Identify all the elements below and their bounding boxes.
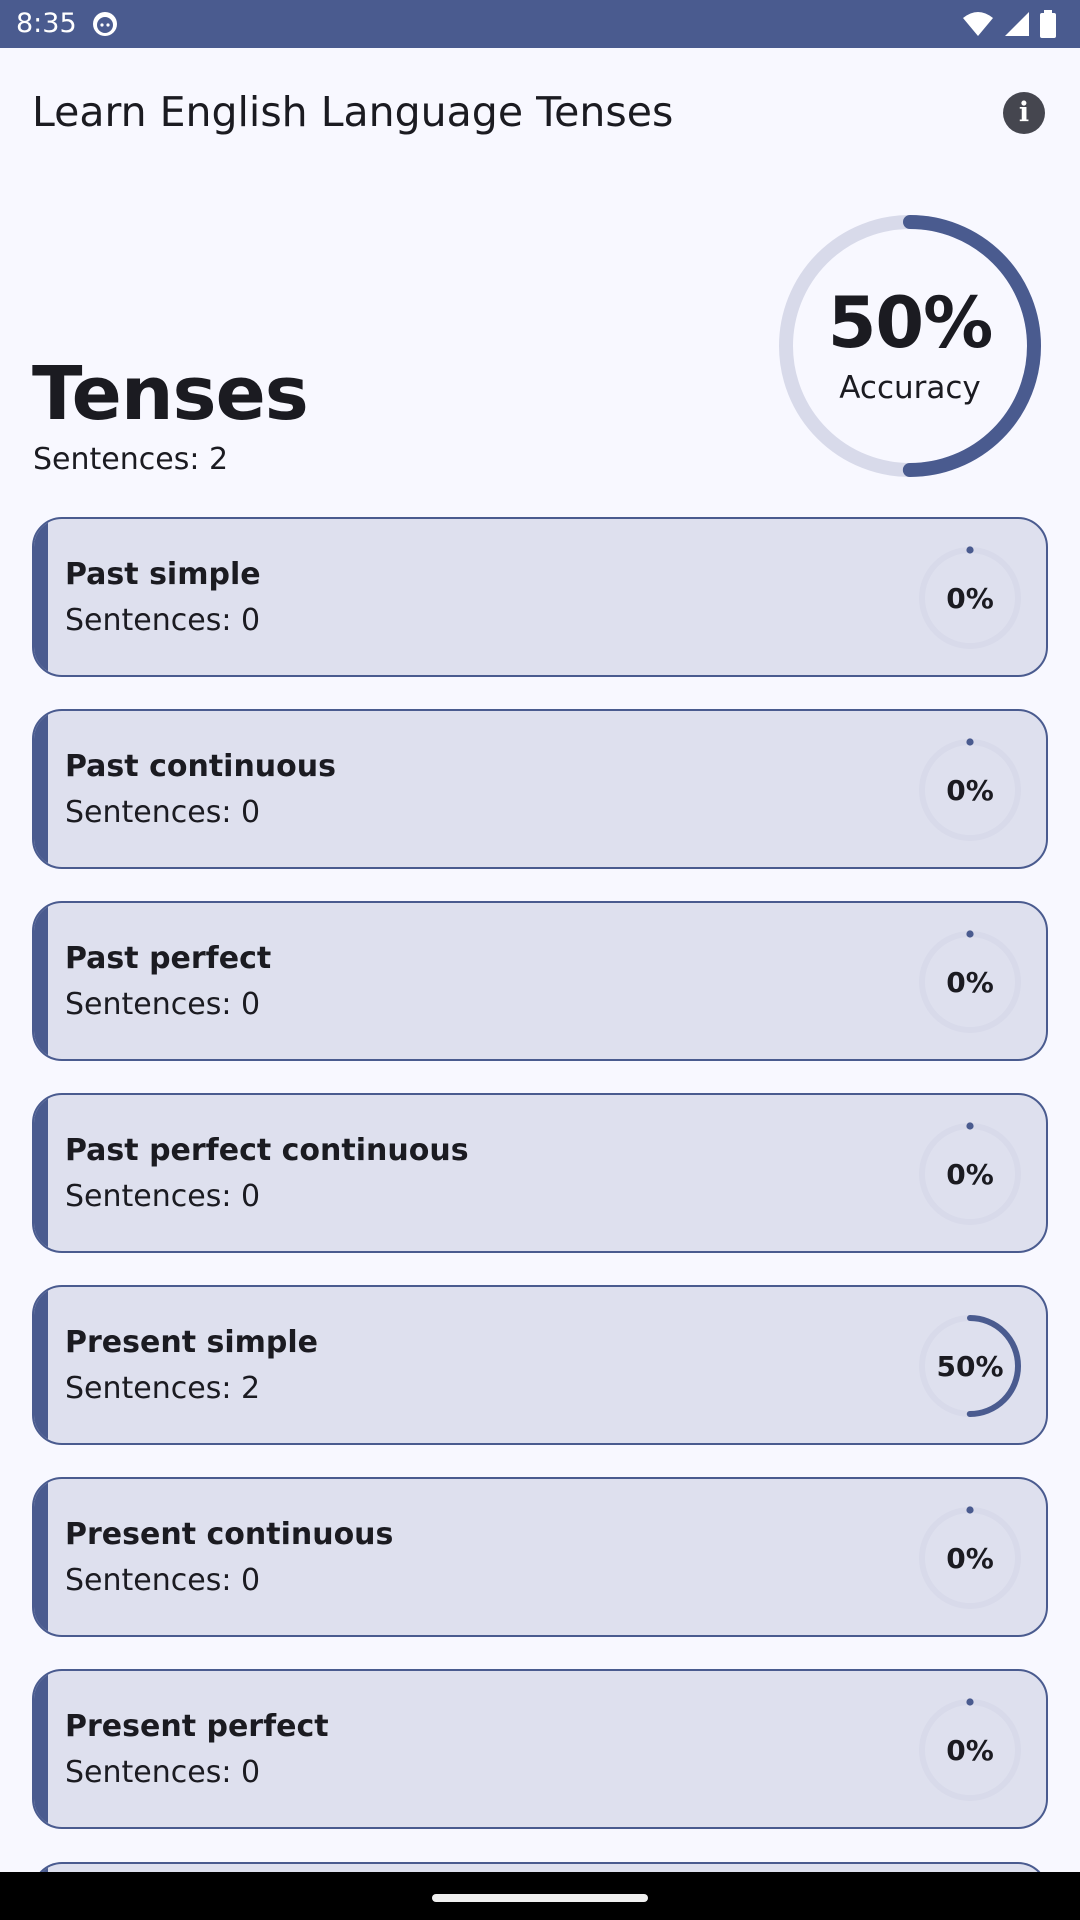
card-accent [34,1479,48,1635]
tense-card-present-continuous[interactable]: Present continuous Sentences: 0 0% [32,1477,1048,1637]
status-icons [962,10,1056,38]
tense-name: Present perfect [65,1709,329,1744]
tense-percent: 0% [946,1158,994,1191]
tense-progress-gauge: 0% [917,545,1023,651]
tense-name: Past perfect [65,941,272,976]
battery-icon [1040,10,1056,38]
tense-card-past-perfect-continuous[interactable]: Past perfect continuous Sentences: 0 0% [32,1093,1048,1253]
app-title: Learn English Language Tenses [32,88,674,136]
tense-progress-gauge: 0% [917,1697,1023,1803]
tense-percent: 0% [946,774,994,807]
accuracy-label: Accuracy [839,370,981,406]
tense-card-past-continuous[interactable]: Past continuous Sentences: 0 0% [32,709,1048,869]
tense-percent: 0% [946,582,994,615]
total-sentences: Sentences: 2 [33,442,229,477]
status-bar: 8:35 [0,0,1080,48]
tense-sentences: Sentences: 0 [65,987,261,1022]
tense-progress-gauge: 0% [917,1505,1023,1611]
wifi-icon [963,12,993,36]
tense-progress-gauge: 0% [917,737,1023,843]
app-bar: Learn English Language Tenses i [0,48,1080,176]
tense-name: Past simple [65,557,261,592]
page-title: Tenses [32,351,309,437]
tense-name: Present continuous [65,1517,394,1552]
card-accent [34,903,48,1059]
tense-sentences: Sentences: 0 [65,1563,261,1598]
accuracy-gauge: 50% Accuracy [778,214,1042,478]
tense-percent: 0% [946,966,994,999]
tense-card-past-simple[interactable]: Past simple Sentences: 0 0% [32,517,1048,677]
tense-percent: 50% [936,1350,1004,1383]
tense-name: Present simple [65,1325,318,1360]
tense-sentences: Sentences: 0 [65,1179,261,1214]
card-accent [34,1671,48,1827]
tense-list: Past simple Sentences: 0 0% Past continu… [32,517,1048,1861]
card-accent [34,1095,48,1251]
card-accent [34,711,48,867]
tense-sentences: Sentences: 0 [65,603,261,638]
tense-progress-gauge: 50% [917,1313,1023,1419]
tense-sentences: Sentences: 2 [65,1371,261,1406]
tense-percent: 0% [946,1542,994,1575]
tense-sentences: Sentences: 0 [65,1755,261,1790]
card-accent [34,1287,48,1443]
navigation-bar [0,1872,1080,1920]
card-accent [34,519,48,675]
tense-card-past-perfect[interactable]: Past perfect Sentences: 0 0% [32,901,1048,1061]
info-icon[interactable]: i [1003,92,1045,134]
tense-sentences: Sentences: 0 [65,795,261,830]
summary-header: Tenses Sentences: 2 50% Accuracy [0,176,1080,496]
tense-percent: 0% [946,1734,994,1767]
home-gesture-handle[interactable] [432,1894,648,1902]
tense-card-present-simple[interactable]: Present simple Sentences: 2 50% [32,1285,1048,1445]
status-time: 8:35 [16,8,77,39]
tense-progress-gauge: 0% [917,1121,1023,1227]
info-glyph: i [1018,97,1030,128]
tense-card-present-perfect[interactable]: Present perfect Sentences: 0 0% [32,1669,1048,1829]
accuracy-value: 50% [827,282,994,364]
tense-name: Past perfect continuous [65,1133,469,1168]
tense-progress-gauge: 0% [917,929,1023,1035]
signal-icon [1005,12,1029,36]
tense-name: Past continuous [65,749,336,784]
android-face-icon [93,12,117,36]
